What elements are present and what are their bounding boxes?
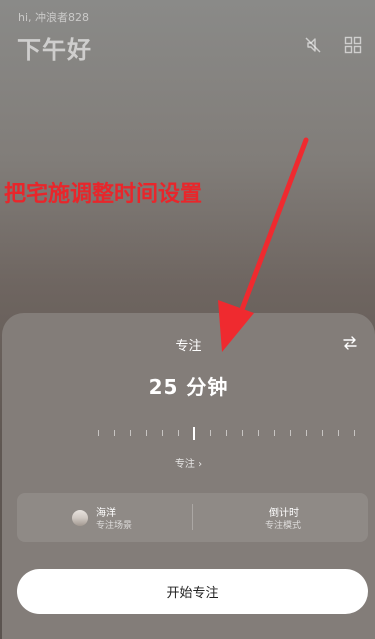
annotation-arrow	[218, 137, 309, 352]
